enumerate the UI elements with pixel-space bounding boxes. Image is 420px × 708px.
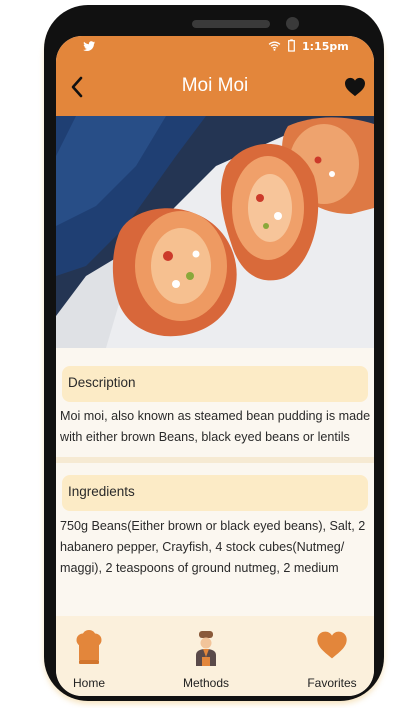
ingredients-card: Ingredients [62, 475, 368, 511]
ingredients-line: 750g Beans(Either brown or black eyed be… [60, 519, 366, 533]
phone-camera [286, 17, 299, 30]
description-card: Description [62, 366, 368, 402]
ingredients-text: 750g Beans(Either brown or black eyed be… [60, 516, 372, 579]
bottom-nav: Home Methods Favorites [56, 616, 374, 696]
status-bar: 1:15pm [56, 36, 374, 58]
heart-icon[interactable] [344, 77, 366, 97]
section-divider [56, 457, 374, 463]
app-bar: Moi Moi [56, 58, 374, 116]
nav-item-home[interactable]: Home [56, 616, 134, 696]
nav-item-favorites[interactable]: Favorites [287, 616, 374, 696]
back-arrow-icon[interactable] [66, 74, 90, 100]
ingredients-line: habanero pepper, Crayfish, 4 stock cubes… [60, 540, 345, 554]
ingredients-heading: Ingredients [68, 484, 135, 499]
heart-icon [317, 631, 347, 659]
description-heading: Description [68, 375, 136, 390]
description-line: Moi moi, also known as steamed bean pudd… [60, 409, 371, 423]
nav-label-home: Home [72, 676, 105, 690]
twitter-icon [83, 41, 96, 52]
phone-speaker [192, 20, 270, 28]
wifi-icon [268, 41, 281, 51]
nav-label-methods: Methods [182, 676, 230, 690]
description-text: Moi moi, also known as steamed bean pudd… [60, 406, 372, 448]
app-screen: 1:15pm Moi Moi Description Moi moi, also… [56, 36, 374, 696]
dish-image [56, 116, 374, 348]
ingredients-line: maggi), 2 teaspoons of ground nutmeg, 2 … [60, 561, 339, 575]
description-line: with either brown Beans, black eyed bean… [60, 430, 350, 444]
chef-icon [196, 631, 216, 666]
nav-label-favorites: Favorites [307, 676, 357, 690]
battery-icon [288, 39, 295, 52]
nav-item-methods[interactable]: Methods [161, 616, 251, 696]
chef-hat-icon [76, 630, 102, 664]
status-time: 1:15pm [302, 40, 349, 53]
page-title: Moi Moi [181, 75, 249, 96]
